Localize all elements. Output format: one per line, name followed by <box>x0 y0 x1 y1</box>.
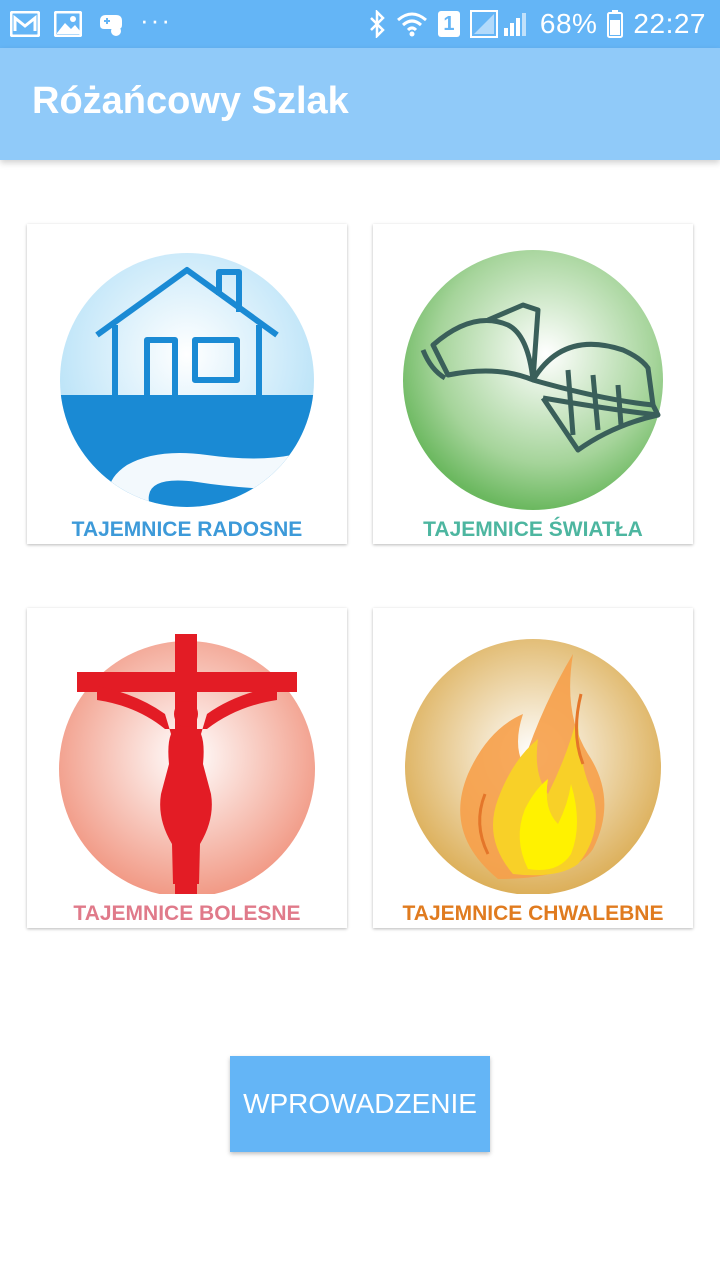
gallery-icon <box>54 11 82 37</box>
app-bar: Różańcowy Szlak <box>0 48 720 160</box>
status-bar: ··· 1 68% 22:27 <box>0 0 720 48</box>
more-notifications-indicator: ··· <box>140 4 172 35</box>
mystery-label: TAJEMNICE CHWALEBNE <box>402 902 664 925</box>
crucifix-icon <box>59 634 315 894</box>
flame-icon <box>405 639 661 894</box>
mystery-card-luminous[interactable]: TAJEMNICE ŚWIATŁA <box>373 224 693 544</box>
intro-button[interactable]: WPROWADZENIE <box>230 1056 490 1152</box>
game-controller-icon <box>100 15 122 36</box>
mystery-label: TAJEMNICE RADOSNE <box>71 518 303 541</box>
mystery-card-sorrowful[interactable]: TAJEMNICE BOLESNE <box>27 608 347 928</box>
mystery-card-glorious[interactable]: TAJEMNICE CHWALEBNE <box>373 608 693 928</box>
battery-icon <box>607 10 624 38</box>
notification-icons: ··· <box>10 4 172 40</box>
app-title: Różańcowy Szlak <box>32 80 349 122</box>
mystery-card-joyful[interactable]: TAJEMNICE RADOSNE <box>27 224 347 544</box>
sim-1-icon: 1 <box>437 11 460 37</box>
battery-percent: 68% <box>539 8 598 39</box>
house-icon <box>60 253 314 507</box>
signal-icon <box>469 10 526 38</box>
clock: 22:27 <box>633 8 706 39</box>
gmail-icon <box>10 11 40 37</box>
system-icons: 1 68% 22:27 <box>368 8 706 40</box>
mystery-label: TAJEMNICE ŚWIATŁA <box>423 518 643 541</box>
mystery-label: TAJEMNICE BOLESNE <box>73 902 301 925</box>
wifi-icon <box>396 12 427 37</box>
open-book-icon <box>403 250 663 510</box>
bluetooth-icon <box>369 10 385 38</box>
